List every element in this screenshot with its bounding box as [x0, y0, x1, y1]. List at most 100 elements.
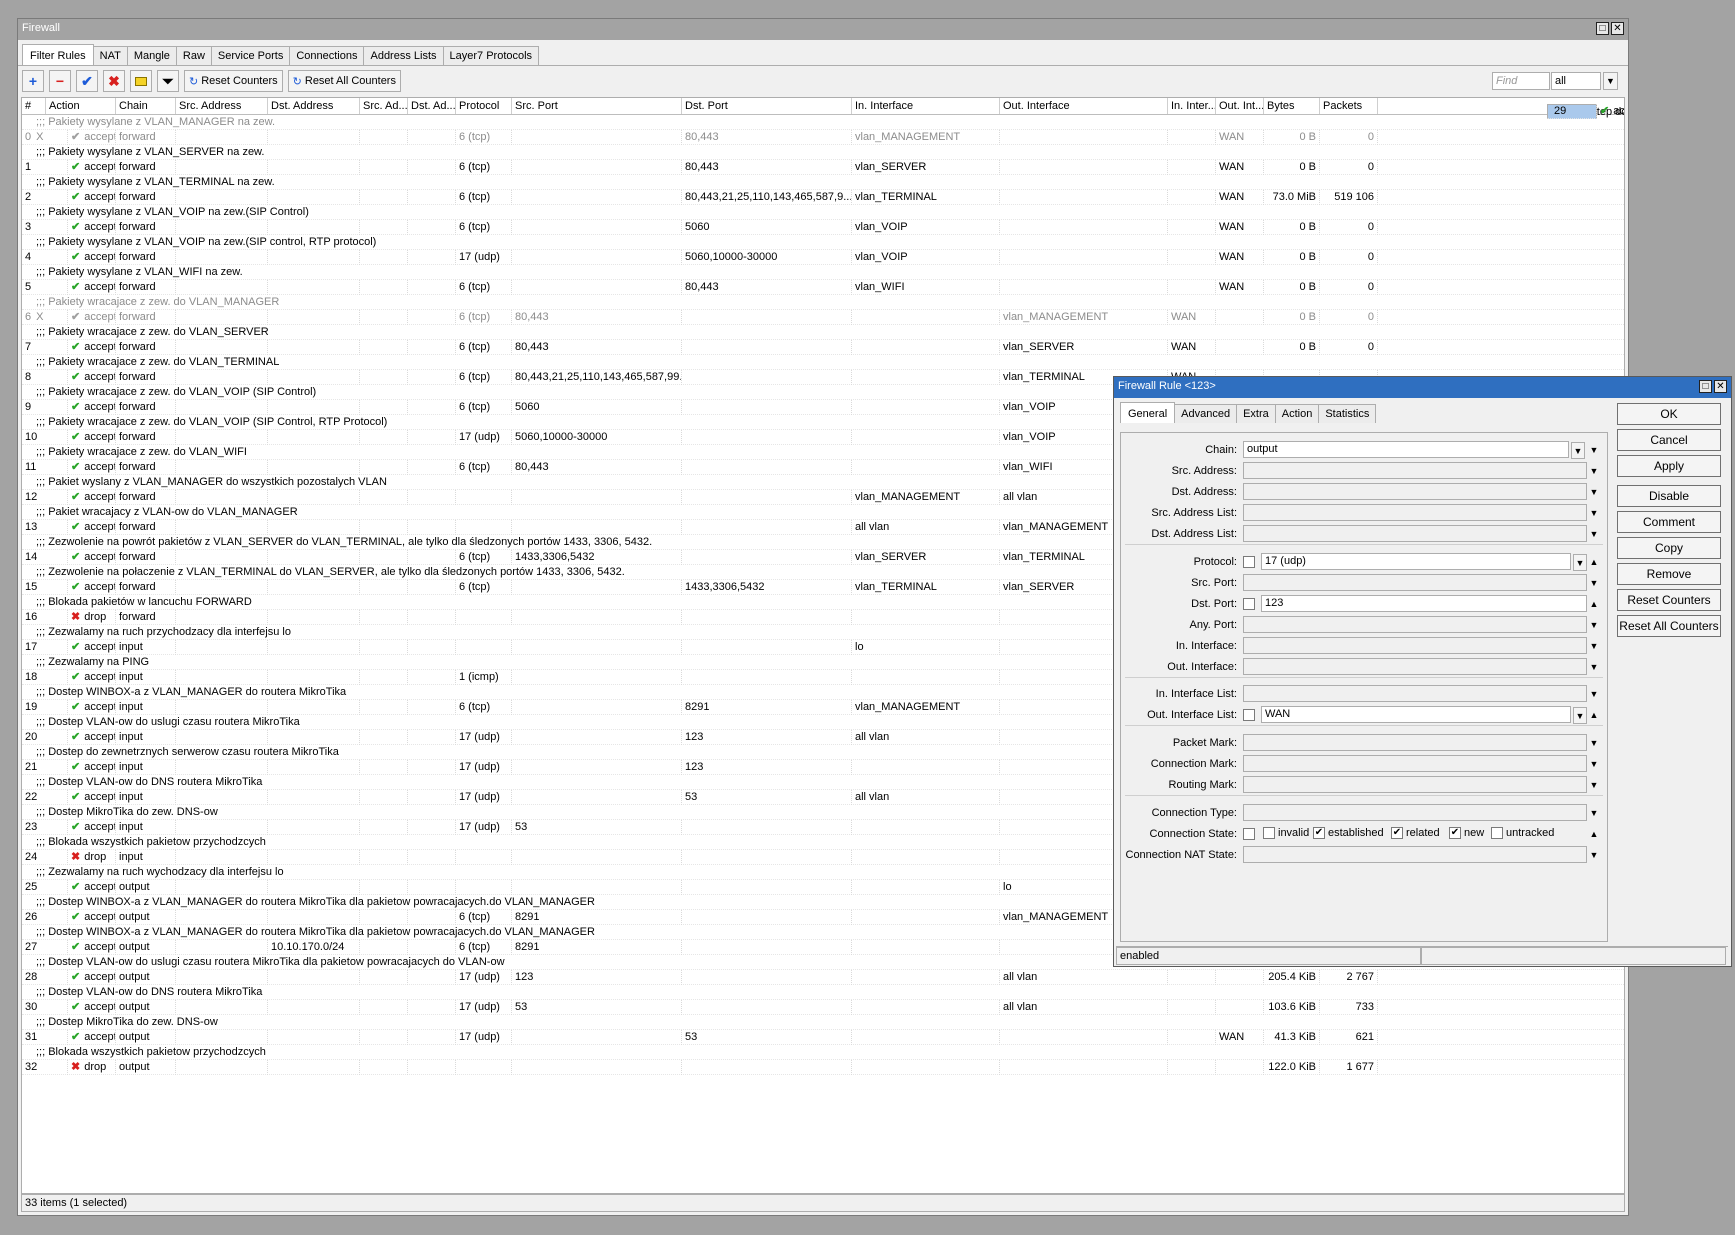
expand-icon[interactable]: ▼ — [1587, 484, 1601, 501]
packet-mark-field[interactable] — [1243, 734, 1587, 751]
comment-button[interactable] — [130, 70, 152, 92]
disable-button[interactable]: Disable — [1617, 485, 1721, 507]
expand-icon[interactable]: ▼ — [1587, 659, 1601, 676]
comment-button[interactable]: Comment — [1617, 511, 1721, 533]
disable-button[interactable]: ✖ — [103, 70, 125, 92]
remove-button[interactable]: Remove — [1617, 563, 1721, 585]
negate-checkbox[interactable] — [1243, 709, 1255, 721]
state-untracked-checkbox[interactable]: untracked — [1491, 827, 1554, 839]
column-header[interactable]: Packets — [1320, 98, 1378, 114]
reset-counters-button[interactable]: Reset Counters — [1617, 589, 1721, 611]
expand-icon[interactable]: ▼ — [1587, 847, 1601, 864]
expand-icon[interactable]: ▼ — [1587, 686, 1601, 703]
tab-address-lists[interactable]: Address Lists — [363, 46, 444, 65]
out-interface-field[interactable] — [1243, 658, 1587, 675]
src-address-list-field[interactable] — [1243, 504, 1587, 521]
comment-row[interactable]: ;;; Pakiety wysylane z VLAN_MANAGER na z… — [22, 115, 1624, 130]
comment-row[interactable]: ;;; Pakiety wracajace z zew. do VLAN_TER… — [22, 355, 1624, 370]
expand-icon[interactable]: ▼ — [1587, 805, 1601, 822]
expand-icon[interactable]: ▼ — [1587, 463, 1601, 480]
chevron-down-icon[interactable]: ▼ — [1603, 72, 1618, 90]
comment-row[interactable]: ;;; Blokada wszystkich pakietow przychod… — [22, 1045, 1624, 1060]
tab-layer7-protocols[interactable]: Layer7 Protocols — [442, 46, 540, 65]
comment-row[interactable]: ;;; Pakiety wysylane z VLAN_WIFI na zew. — [22, 265, 1624, 280]
table-row[interactable]: 29✔acceptoutput17 (udp)123WAN45.3 KiB610 — [1547, 104, 1624, 119]
collapse-icon[interactable]: ▲ — [1587, 826, 1601, 843]
dst-port-field[interactable]: 123 — [1261, 595, 1587, 612]
out-interface-list-field[interactable]: WAN — [1261, 706, 1571, 723]
column-header[interactable]: In. Interface — [852, 98, 1000, 114]
collapse-icon[interactable]: ▲ — [1587, 554, 1601, 571]
state-established-checkbox[interactable]: ✔ established — [1313, 827, 1384, 839]
state-new-checkbox[interactable]: ✔ new — [1449, 827, 1484, 839]
column-header[interactable]: Dst. Ad... — [408, 98, 456, 114]
comment-row[interactable]: ;;; Pakiety wysylane z VLAN_TERMINAL na … — [22, 175, 1624, 190]
maximize-icon[interactable]: □ — [1699, 380, 1712, 393]
tab-advanced[interactable]: Advanced — [1174, 404, 1238, 423]
column-header[interactable]: Action — [46, 98, 116, 114]
src-port-field[interactable] — [1243, 574, 1587, 591]
protocol-select[interactable]: 17 (udp) — [1261, 553, 1571, 570]
dst-address-list-field[interactable] — [1243, 525, 1587, 542]
chain-select[interactable]: output — [1243, 441, 1569, 458]
comment-row[interactable]: ;;; Pakiety wysylane z VLAN_SERVER na ze… — [22, 145, 1624, 160]
reset-all-counters-button[interactable]: ↻ Reset All Counters — [287, 70, 401, 92]
connection-mark-field[interactable] — [1243, 755, 1587, 772]
dropdown-icon[interactable]: ▼ — [1573, 706, 1587, 724]
tab-general[interactable]: General — [1120, 402, 1176, 423]
table-row[interactable]: 30 ✔ accept output 17 (udp) 53 all vlan 103.6 K… — [22, 999, 1624, 1015]
table-row[interactable]: 0 X ✔ accept forward 6 (tcp) 80,443 vlan_MANAGE… — [22, 129, 1624, 145]
expand-icon[interactable]: ▼ — [1587, 526, 1601, 543]
expand-icon[interactable]: ▼ — [1587, 575, 1601, 592]
in-interface-field[interactable] — [1243, 637, 1587, 654]
column-header[interactable]: Bytes — [1264, 98, 1320, 114]
expand-icon[interactable]: ▼ — [1587, 735, 1601, 752]
tab-action[interactable]: Action — [1274, 404, 1320, 423]
negate-checkbox[interactable] — [1243, 556, 1255, 568]
cancel-button[interactable]: Cancel — [1617, 429, 1721, 451]
tab-extra[interactable]: Extra — [1236, 404, 1276, 423]
column-header[interactable]: In. Inter... — [1168, 98, 1216, 114]
enable-button[interactable]: ✔ — [76, 70, 98, 92]
table-row[interactable]: 31 ✔ accept output 17 (udp) 53 WAN 41.3 KiB 621 — [22, 1029, 1624, 1045]
src-address-field[interactable] — [1243, 462, 1587, 479]
table-row[interactable]: 28 ✔ accept output 17 (udp) 123 all vlan 205.4 … — [22, 969, 1624, 985]
any-port-field[interactable] — [1243, 616, 1587, 633]
apply-button[interactable]: Apply — [1617, 455, 1721, 477]
table-row[interactable]: 3 ✔ accept forward 6 (tcp) 5060 vlan_VOIP WAN 0 … — [22, 219, 1624, 235]
tab-raw[interactable]: Raw — [175, 46, 212, 65]
find-input[interactable]: Find — [1492, 72, 1550, 90]
table-row[interactable]: 32 ✖ drop output 122.0 KiB 1 677 — [22, 1059, 1624, 1075]
comment-row[interactable]: ;;; Dostep VLAN-ow do DNS routera MikroT… — [22, 985, 1624, 1000]
reset-all-counters-button[interactable]: Reset All Counters — [1617, 615, 1721, 637]
add-button[interactable]: + — [22, 70, 44, 92]
expand-icon[interactable]: ▼ — [1587, 617, 1601, 634]
expand-icon[interactable]: ▼ — [1587, 638, 1601, 655]
table-row[interactable]: 2 ✔ accept forward 6 (tcp) 80,443,21,25,110,1… — [22, 189, 1624, 205]
dropdown-icon[interactable]: ▼ — [1573, 553, 1587, 571]
column-header[interactable]: # — [22, 98, 46, 114]
collapse-icon[interactable]: ▲ — [1587, 596, 1601, 613]
negate-checkbox[interactable] — [1243, 598, 1255, 610]
state-invalid-checkbox[interactable]: invalid — [1263, 827, 1309, 839]
ok-button[interactable]: OK — [1617, 403, 1721, 425]
column-header[interactable]: Src. Address — [176, 98, 268, 114]
connection-type-field[interactable] — [1243, 804, 1587, 821]
table-row[interactable]: 1 ✔ accept forward 6 (tcp) 80,443 vlan_SERVER W… — [22, 159, 1624, 175]
column-header[interactable]: Out. Int... — [1216, 98, 1264, 114]
collapse-icon[interactable]: ▲ — [1587, 707, 1601, 724]
tab-statistics[interactable]: Statistics — [1318, 404, 1377, 423]
tab-filter-rules[interactable]: Filter Rules — [22, 44, 94, 65]
negate-checkbox[interactable] — [1243, 828, 1255, 840]
reset-counters-button[interactable]: ↻ Reset Counters — [184, 70, 283, 92]
copy-button[interactable]: Copy — [1617, 537, 1721, 559]
table-row[interactable]: 4 ✔ accept forward 17 (udp) 5060,10000-30000 v… — [22, 249, 1624, 265]
column-header[interactable]: Chain — [116, 98, 176, 114]
close-icon[interactable]: ✕ — [1611, 22, 1624, 35]
dst-address-field[interactable] — [1243, 483, 1587, 500]
table-row[interactable]: 7 ✔ accept forward 6 (tcp) 80,443 vlan_SERVER W… — [22, 339, 1624, 355]
column-header[interactable]: Src. Port — [512, 98, 682, 114]
column-header[interactable]: Src. Ad... — [360, 98, 408, 114]
table-row[interactable]: 6 X ✔ accept forward 6 (tcp) 80,443 vlan_MANAGE… — [22, 309, 1624, 325]
expand-icon[interactable]: ▼ — [1587, 505, 1601, 522]
